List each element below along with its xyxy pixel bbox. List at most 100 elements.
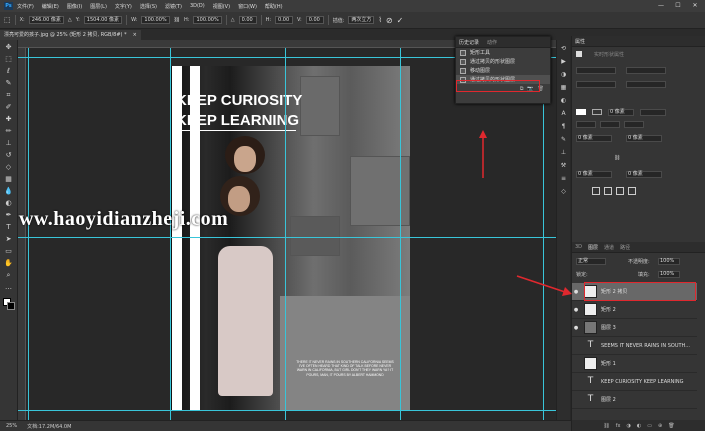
stroke-swatch[interactable] [592,109,602,115]
layer-name[interactable]: 图层 3 [601,324,616,331]
height-field[interactable]: 100.00% [193,16,222,24]
swatches-panel-icon[interactable]: ▦ [559,83,568,92]
glyphs-panel-icon[interactable]: ◇ [559,187,568,196]
layer-row[interactable]: T SEEMS IT NEVER RAINS IN SOUTH... [572,337,697,355]
transform-icon[interactable]: ⬚ [4,16,11,24]
blur-tool-icon[interactable]: 💧 [4,186,14,196]
guide-horizontal[interactable] [18,237,556,238]
layer-row[interactable]: ● 矩形 2 [572,301,697,319]
width-field[interactable] [576,67,616,74]
delete-layer-icon[interactable]: 🗑 [668,423,674,429]
menu-view[interactable]: 视图(V) [213,3,230,10]
adjustment-layer-icon[interactable]: ◐ [637,423,641,429]
vskew-field[interactable]: 0.00 [305,16,324,24]
clone-source-panel-icon[interactable]: ⊥ [559,148,568,157]
layer-row[interactable]: T KEEP CURIOSITY KEEP LEARNING [572,373,697,391]
y-field[interactable] [626,81,666,88]
crop-tool-icon[interactable]: ⌗ [4,90,14,100]
path-select-tool-icon[interactable]: ➤ [4,234,14,244]
y-field[interactable]: 1504.00 像素 [83,16,123,24]
history-panel-icon[interactable]: ⟲ [559,44,568,53]
layer-style-icon[interactable]: fx [616,423,621,429]
link-icon[interactable]: ⛓ [174,17,180,23]
menu-window[interactable]: 窗口(W) [238,3,257,10]
layer-name[interactable]: 矩形 2 [601,306,616,313]
new-layer-icon[interactable]: ⊕ [658,423,662,429]
guide-vertical[interactable] [285,48,286,420]
stroke-width-field[interactable]: 0 像素 [608,109,634,116]
path-op-combine-icon[interactable] [592,187,600,195]
link-layers-icon[interactable]: ⛓ [603,423,609,429]
layer-row[interactable]: T 图层 2 [572,391,697,409]
color-panel-icon[interactable]: ◑ [559,70,568,79]
eye-icon[interactable]: ● [572,325,580,331]
delta-icon[interactable]: △ [68,17,72,23]
close-tab-icon[interactable]: × [133,30,137,40]
properties-panel-title[interactable]: 属性 [575,38,585,45]
marquee-tool-icon[interactable]: ⬚ [4,54,14,64]
corners-select[interactable] [624,121,644,128]
paragraph-panel-icon[interactable]: ¶ [559,122,568,131]
eye-icon[interactable]: ● [572,307,580,313]
x-field[interactable]: 246.00 像素 [28,16,64,24]
guide-vertical[interactable] [170,48,171,420]
tab-actions[interactable]: 动作 [487,39,497,46]
menu-filter[interactable]: 滤镜(T) [165,3,182,10]
guide-vertical[interactable] [400,48,401,420]
hskew-field[interactable]: 0.00 [275,16,294,24]
width-field[interactable]: 100.00% [141,16,170,24]
align-select[interactable] [576,121,596,128]
type-tool-icon[interactable]: T [4,222,14,232]
tab-paths[interactable]: 路径 [620,244,630,251]
actions-panel-icon[interactable]: ▶ [559,57,568,66]
cancel-transform-icon[interactable]: ⊘ [386,16,393,25]
corner-radius-field[interactable]: 0 像素 [626,135,662,142]
layer-name[interactable]: 矩形 1 [601,360,616,367]
minimize-button[interactable]: — [653,0,669,12]
vertical-ruler[interactable] [18,48,26,420]
corner-radius-field[interactable]: 0 像素 [576,135,612,142]
path-op-exclude-icon[interactable] [628,187,636,195]
zoom-level[interactable]: 25% [6,423,17,429]
menu-edit[interactable]: 编辑(E) [42,3,59,10]
layer-name[interactable]: 图层 2 [601,396,616,403]
layer-name[interactable]: SEEMS IT NEVER RAINS IN SOUTH... [601,343,690,349]
path-op-intersect-icon[interactable] [616,187,624,195]
angle-field[interactable]: 0.00 [238,16,257,24]
height-field[interactable] [626,67,666,74]
path-op-subtract-icon[interactable] [604,187,612,195]
menu-select[interactable]: 选择(S) [140,3,157,10]
tab-history[interactable]: 历史记录 [459,39,479,46]
character-panel-icon[interactable]: A [559,109,568,118]
pen-tool-icon[interactable]: ✒ [4,210,14,220]
lasso-tool-icon[interactable]: ℓ [4,66,14,76]
menu-layer[interactable]: 图层(L) [90,3,107,10]
x-field[interactable] [576,81,616,88]
foreground-background-swatch[interactable] [2,298,15,310]
blend-mode-select[interactable]: 正常 [576,258,606,265]
interpolation-select[interactable]: 两次立方 [348,16,375,24]
eye-icon[interactable]: ● [572,289,580,295]
history-brush-tool-icon[interactable]: ↺ [4,150,14,160]
close-window-button[interactable]: ✕ [687,0,703,12]
hand-tool-icon[interactable]: ✋ [4,258,14,268]
more-tools-icon[interactable]: … [4,282,14,292]
history-item[interactable]: 矩形工具 [456,48,550,57]
opacity-field[interactable]: 100% [658,258,680,265]
document-tab[interactable]: 漂亮可爱的孩子.jpg @ 25% (矩形 2 拷贝, RGB/8#) * × [0,30,141,40]
layer-row[interactable]: ● 图层 3 [572,319,697,337]
corner-radius-field[interactable]: 0 像素 [576,171,612,178]
dodge-tool-icon[interactable]: ◐ [4,198,14,208]
zoom-tool-icon[interactable]: ⌕ [4,270,14,280]
tool-presets-panel-icon[interactable]: ⚒ [559,161,568,170]
menu-3d[interactable]: 3D(D) [190,3,205,9]
brush-tool-icon[interactable]: ✏ [4,126,14,136]
shape-tool-icon[interactable]: ▭ [4,246,14,256]
stamp-tool-icon[interactable]: ⊥ [4,138,14,148]
history-item[interactable]: 通过拷贝的形状图层 [456,57,550,66]
tab-3d[interactable]: 3D [575,244,582,250]
menu-help[interactable]: 帮助(H) [265,3,283,10]
corner-radius-field[interactable]: 0 像素 [626,171,662,178]
history-item[interactable]: 移动图层 [456,66,550,75]
link-corners-icon[interactable]: ⛓ [614,155,620,161]
